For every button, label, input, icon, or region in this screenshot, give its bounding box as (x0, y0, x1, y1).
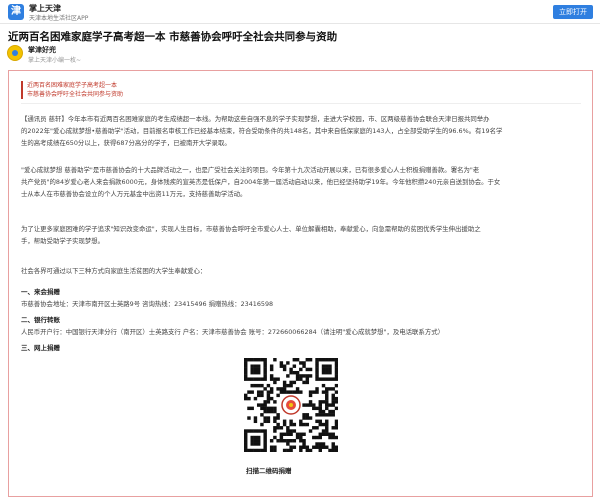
open-app-button[interactable]: 立即打开 (553, 5, 593, 19)
paragraph-line: 手，帮助受助学子实现梦想。 (21, 237, 105, 245)
section-heading-in-person: 一、来会捐赠 (21, 288, 60, 296)
section-heading-online: 三、网上捐赠 (21, 344, 60, 352)
app-subtitle: 天津本地生活社区APP (29, 15, 89, 22)
paragraph-line: 为了让更多家庭困难的学子追求"知识改变命运"，实现人生目标，市慈善协会呼吁全市爱… (21, 225, 481, 233)
paragraph-line: 【通讯员 慈轩】今年本市有近两百名困难家庭的考生成绩超一本线。为帮助这些自强不息… (21, 115, 490, 123)
donation-qr-code[interactable] (242, 356, 340, 454)
article-title: 近两百名困难家庭学子高考超一本 市慈善协会呼吁全社会共同参与资助 (8, 31, 338, 43)
author-name[interactable]: 掌津好兜 (28, 45, 56, 55)
author-meta: 掌上天津小编一枚~ (28, 57, 82, 64)
paragraph-1: 【通讯员 慈轩】今年本市有近两百名困难家庭的考生成绩超一本线。为帮助这些自强不息… (21, 113, 583, 149)
paragraph-line: 生的高考成绩在650分以上，获得687分高分的学子，已被南开大学录取。 (21, 139, 231, 147)
intro-line-2: 市慈善协会呼吁全社会共同参与资助 (27, 91, 124, 98)
intro-line-1: 近两百名困难家庭学子高考超一本 (27, 82, 118, 89)
paragraph-2: "爱心成就梦想 慈善助学"是市慈善协会的十大品牌活动之一，也是广受社会关注的项目… (21, 164, 583, 200)
paragraph-line: 士从本人在市慈善协会设立的个人万元基金中出资11万元，支持慈善助学活动。 (21, 190, 247, 198)
section-heading-bank: 二、银行转账 (21, 316, 60, 324)
author-avatar[interactable] (7, 45, 23, 61)
intro-box: 近两百名困难家庭学子高考超一本 市慈善协会呼吁全社会共同参与资助 (21, 81, 171, 99)
paragraph-line: 的2022年"爱心成就梦想•慈善助学"活动，目前报名审核工作已经基本结束，符合受… (21, 127, 503, 135)
paragraph-4: 社会各界可通过以下三种方式向家庭生活贫困的大学生奉献爱心： (21, 265, 583, 277)
paragraph-line: "爱心成就梦想 慈善助学"是市慈善协会的十大品牌活动之一，也是广受社会关注的项目… (21, 166, 480, 174)
section-detail-address: 市慈善协会地址：天津市南开区士英路9号 咨询热线：23415496 捐赠热线：2… (21, 300, 274, 308)
divider (21, 103, 581, 104)
paragraph-line: 社会各界可通过以下三种方式向家庭生活贫困的大学生奉献爱心： (21, 267, 207, 275)
section-detail-bank: 人民币开户行：中国银行天津分行（南开区）士英路支行 户名：天津市慈善协会 账号：… (21, 328, 444, 336)
qr-code-icon (244, 358, 338, 452)
app-logo-icon[interactable]: 津 (8, 4, 24, 20)
article-body: 近两百名困难家庭学子高考超一本 市慈善协会呼吁全社会共同参与资助 【通讯员 慈轩… (8, 70, 593, 497)
paragraph-3: 为了让更多家庭困难的学子追求"知识改变命运"，实现人生目标，市慈善协会呼吁全市爱… (21, 223, 583, 247)
paragraph-line: 共产党员"的84岁爱心老人来会捐款6000元，身体残疾的宣英杰是低保户，自200… (21, 178, 501, 186)
qr-caption: 扫描二维码捐赠 (246, 467, 292, 475)
app-banner: 津 掌上天津 天津本地生活社区APP 立即打开 (0, 0, 600, 24)
